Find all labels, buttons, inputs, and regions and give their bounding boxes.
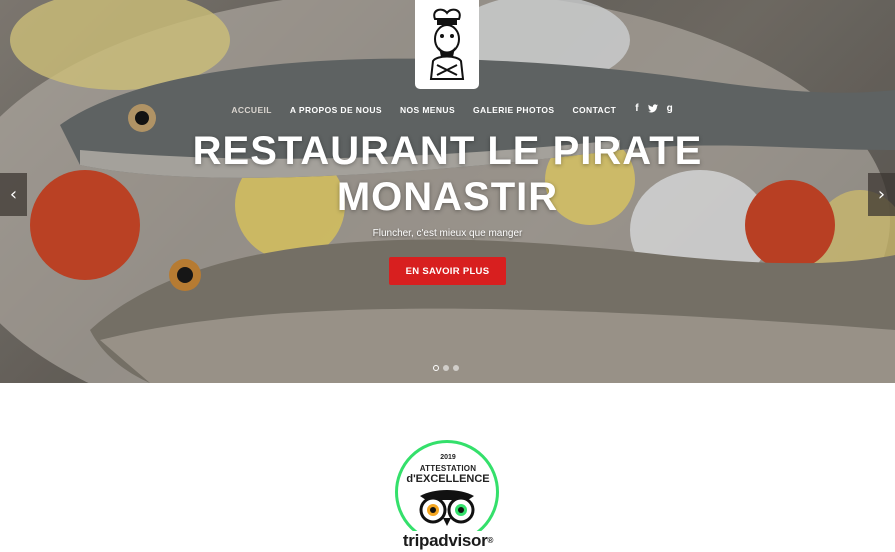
tripadvisor-owl-icon [419, 490, 475, 526]
slider-dot-2[interactable] [443, 365, 449, 371]
twitter-icon[interactable] [647, 104, 658, 116]
nav-item-accueil[interactable]: ACCUEIL [222, 105, 281, 115]
nav-item-galerie-photos[interactable]: GALERIE PHOTOS [464, 105, 563, 115]
badge-brand: tripadvisor [402, 531, 488, 550]
badge-year: 2019 [440, 454, 456, 461]
badge-attestation: ATTESTATION [419, 464, 477, 473]
chevron-right-icon: › [877, 184, 886, 205]
badge-brand-suffix: ® [487, 536, 494, 545]
main-nav: ACCUEIL A PROPOS DE NOUS NOS MENUS GALER… [0, 104, 895, 116]
restaurant-logo[interactable] [415, 0, 479, 89]
slider-dot-3[interactable] [453, 365, 459, 371]
tripadvisor-wordmark: tripadvisor® [393, 531, 503, 551]
hero-slider: ACCUEIL A PROPOS DE NOUS NOS MENUS GALER… [0, 0, 895, 383]
hero-title-line1: RESTAURANT LE PIRATE [192, 129, 703, 173]
hero-title: RESTAURANT LE PIRATE MONASTIR [0, 128, 895, 220]
nav-item-a-propos[interactable]: A PROPOS DE NOUS [281, 105, 391, 115]
hero-title-line2: MONASTIR [336, 175, 559, 219]
social-links: f g [635, 104, 672, 116]
google-plus-icon[interactable]: g [667, 104, 673, 116]
chevron-left-icon: ‹ [9, 184, 18, 205]
slider-prev-button[interactable]: ‹ [0, 173, 27, 216]
nav-item-nos-menus[interactable]: NOS MENUS [391, 105, 464, 115]
hero-subtitle: Fluncher, c'est mieux que manger [372, 228, 523, 239]
tripadvisor-badge[interactable]: 2019 ATTESTATION d'EXCELLENCE tripadviso… [393, 440, 503, 552]
facebook-icon[interactable]: f [635, 104, 638, 116]
pirate-chef-logo-icon [429, 8, 465, 80]
slider-pagination [433, 365, 459, 371]
slider-dot-1[interactable] [433, 365, 439, 371]
slider-next-button[interactable]: › [868, 173, 895, 216]
en-savoir-plus-button[interactable]: EN SAVOIR PLUS [389, 257, 506, 285]
nav-item-contact[interactable]: CONTACT [564, 105, 626, 115]
badge-excellence: d'EXCELLENCE [406, 473, 490, 485]
